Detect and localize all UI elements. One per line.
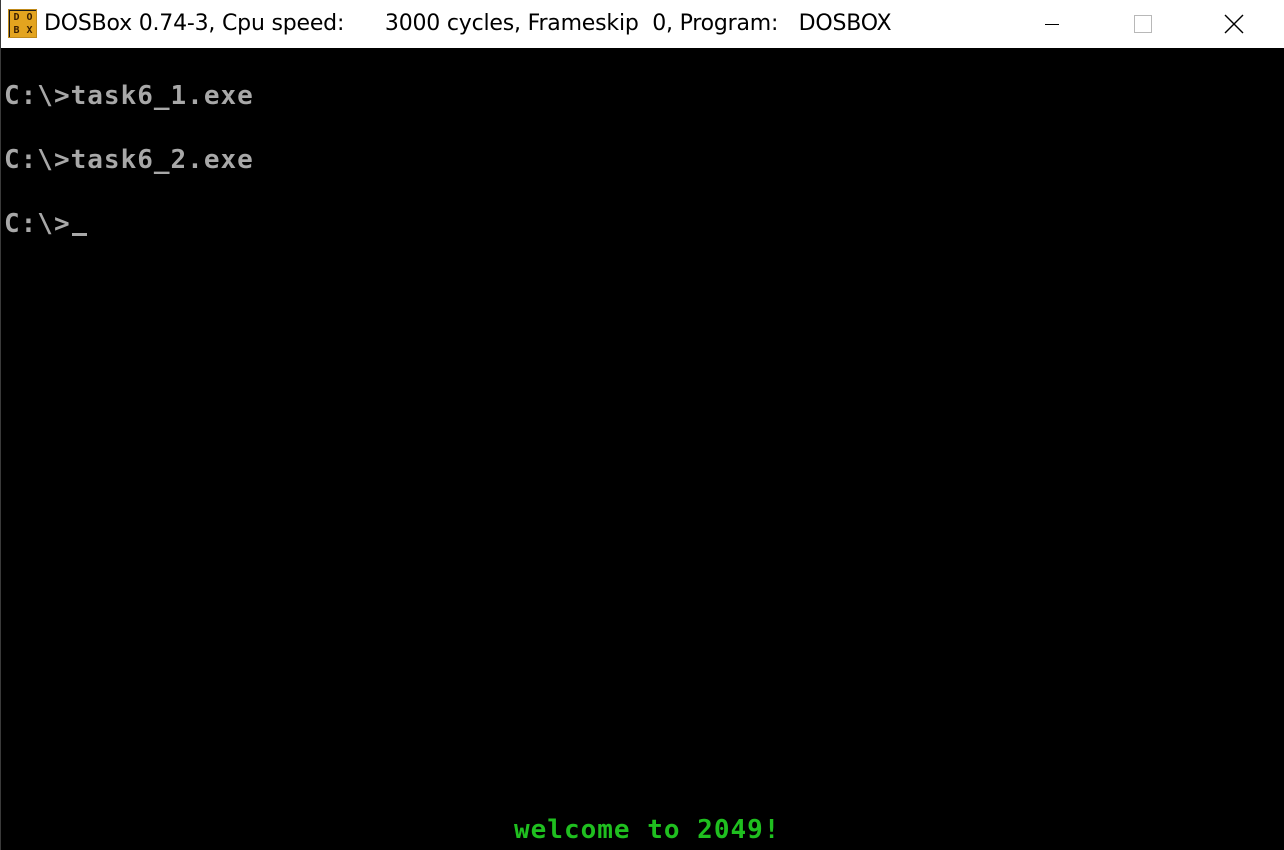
window-title: DOSBox 0.74-3, Cpu speed: 3000 cycles, F…	[44, 11, 892, 36]
close-icon	[1224, 14, 1244, 34]
maximize-icon	[1134, 15, 1152, 33]
icon-letter-b: B	[10, 24, 23, 37]
dos-console[interactable]: C:\>task6_1.exe C:\>task6_2.exe C:\> wel…	[2, 48, 1284, 850]
minimize-icon	[1045, 24, 1059, 25]
icon-letter-x: X	[23, 24, 36, 37]
dosbox-window: D O B X DOSBox 0.74-3, Cpu speed: 3000 c…	[0, 0, 1284, 850]
close-button[interactable]	[1187, 0, 1281, 48]
dosbox-icon[interactable]: D O B X	[8, 9, 37, 38]
title-bar[interactable]: D O B X DOSBox 0.74-3, Cpu speed: 3000 c…	[1, 0, 1284, 48]
command-prompt: C:\>	[4, 209, 71, 239]
text-cursor	[71, 233, 87, 236]
console-line-2: C:\>task6_2.exe	[4, 145, 254, 175]
maximize-button[interactable]	[1096, 0, 1190, 48]
minimize-button[interactable]	[1005, 0, 1099, 48]
welcome-message: welcome to 2049!	[514, 815, 781, 845]
console-prompt-line: C:\>	[4, 208, 87, 240]
icon-letter-o: O	[23, 11, 36, 24]
console-line-1: C:\>task6_1.exe	[4, 81, 254, 111]
icon-letter-d: D	[10, 11, 23, 24]
